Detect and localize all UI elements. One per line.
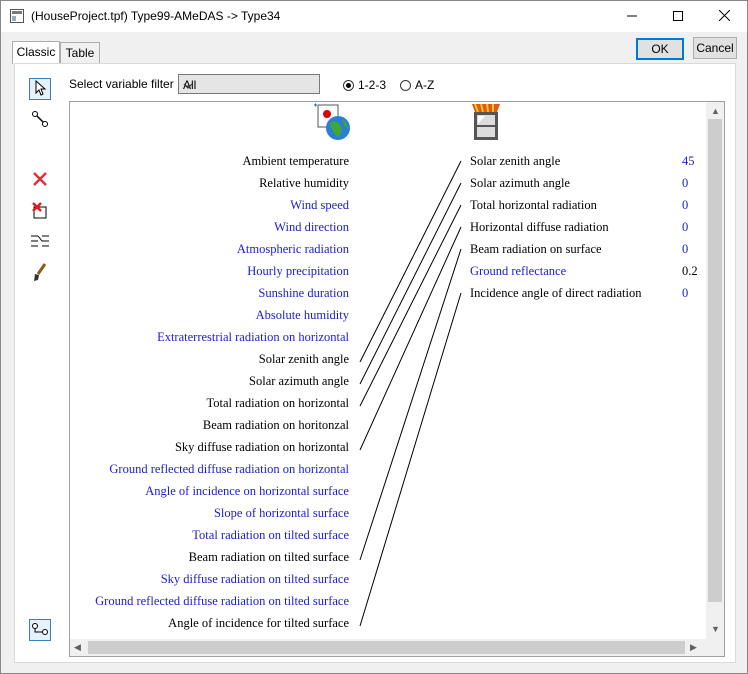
app-icon [10,9,24,23]
input-variable[interactable]: Ground reflectance [470,264,566,278]
input-variable[interactable]: Horizontal diffuse radiation [470,220,609,234]
output-variable[interactable]: Total radiation on tilted surface [192,528,349,542]
input-variable[interactable]: Total horizontal radiation [470,198,597,212]
output-variable[interactable]: Solar azimuth angle [249,374,349,388]
delete-link-button[interactable] [29,169,51,191]
auto-link-icon [30,233,50,252]
input-variable[interactable]: Beam radiation on surface [470,242,602,256]
auto-link-button[interactable] [29,231,51,253]
maximize-icon [673,10,683,24]
output-variable[interactable]: Extraterrestrial radiation on horizontal [157,330,349,344]
sort-123-label: 1-2-3 [358,78,387,92]
connect-mode-icon [31,621,49,640]
ok-button[interactable]: OK [636,38,684,60]
output-variable[interactable]: Relative humidity [259,176,349,190]
weather-data-icon[interactable] [312,103,352,144]
output-variable[interactable]: Ground reflected diffuse radiation on ho… [109,462,349,476]
cancel-button[interactable]: Cancel [693,37,737,59]
input-variable[interactable]: Solar zenith angle [470,154,560,168]
output-variable[interactable]: Angle of incidence on horizontal surface [145,484,349,498]
scroll-down-icon[interactable]: ▼ [711,624,720,634]
output-variable[interactable]: Wind direction [274,220,349,234]
output-variable[interactable]: Sky diffuse radiation on tilted surface [161,572,349,586]
horizontal-scroll-thumb[interactable] [88,641,685,654]
output-variable[interactable]: Solar zenith angle [259,352,349,366]
output-variable[interactable]: Ground reflected diffuse radiation on ti… [95,594,349,608]
paint-brush-icon [31,262,49,285]
input-value[interactable]: 0 [682,242,688,256]
scroll-corner [706,639,724,656]
chevron-down-icon [183,79,315,93]
output-variable[interactable]: Beam radiation on tilted surface [189,550,349,564]
pointer-tool-icon [33,79,47,99]
sort-az-label: A-Z [415,78,435,92]
paint-brush-button[interactable] [29,262,51,284]
minimize-button[interactable] [609,1,655,32]
tab-table[interactable]: Table [60,42,100,63]
window-radiation-icon[interactable] [470,102,502,145]
input-value[interactable]: 0 [682,198,688,212]
pointer-tool-button[interactable] [29,78,51,100]
output-variable[interactable]: Ambient temperature [242,154,349,168]
input-value[interactable]: 0.2 [682,264,698,278]
minimize-icon [627,10,637,24]
title-bar[interactable]: (HouseProject.tpf) Type99-AMeDAS -> Type… [1,1,747,32]
sort-radio-123[interactable]: 1-2-3 [343,78,386,92]
sort-radio-az[interactable]: A-Z [400,78,434,92]
output-variable[interactable]: Sky diffuse radiation on horizontal [175,440,349,454]
input-value[interactable]: 0 [682,286,688,300]
output-variable[interactable]: Angle of incidence for tilted surface [168,616,349,630]
close-button[interactable] [701,1,747,32]
output-variable[interactable]: Total radiation on horizontal [207,396,350,410]
input-value[interactable]: 45 [682,154,695,168]
variable-filter-select[interactable]: All [178,74,320,94]
window-title: (HouseProject.tpf) Type99-AMeDAS -> Type… [31,9,281,23]
output-variable[interactable]: Hourly precipitation [247,264,349,278]
scroll-up-icon[interactable]: ▲ [711,106,720,116]
link-tool-icon [31,110,49,131]
input-value[interactable]: 0 [682,176,688,190]
output-variable[interactable]: Beam radiation on horitonzal [203,418,349,432]
input-variable[interactable]: Incidence angle of direct radiation [470,286,641,300]
output-variable[interactable]: Sunshine duration [258,286,349,300]
maximize-button[interactable] [655,1,701,32]
radio-selected-icon [343,79,354,91]
output-variable[interactable]: Slope of horizontal surface [214,506,349,520]
delete-all-links-icon [31,201,49,222]
filter-label: Select variable filter : [69,77,181,91]
vertical-scroll-thumb[interactable] [708,119,722,602]
connect-mode-button[interactable] [29,619,51,641]
output-variable[interactable]: Atmospheric radiation [237,242,349,256]
output-variable[interactable]: Wind speed [290,198,349,212]
delete-link-icon [32,171,48,190]
tab-classic[interactable]: Classic [12,41,60,64]
input-value[interactable]: 0 [682,220,688,234]
output-variable[interactable]: Absolute humidity [256,308,349,322]
link-tool-button[interactable] [29,109,51,131]
scroll-left-icon[interactable]: ◀ [74,642,81,653]
input-variable[interactable]: Solar azimuth angle [470,176,570,190]
scroll-right-icon[interactable]: ▶ [690,642,697,653]
close-icon [718,9,730,24]
radio-empty-icon [400,79,411,91]
delete-all-links-button[interactable] [29,200,51,222]
